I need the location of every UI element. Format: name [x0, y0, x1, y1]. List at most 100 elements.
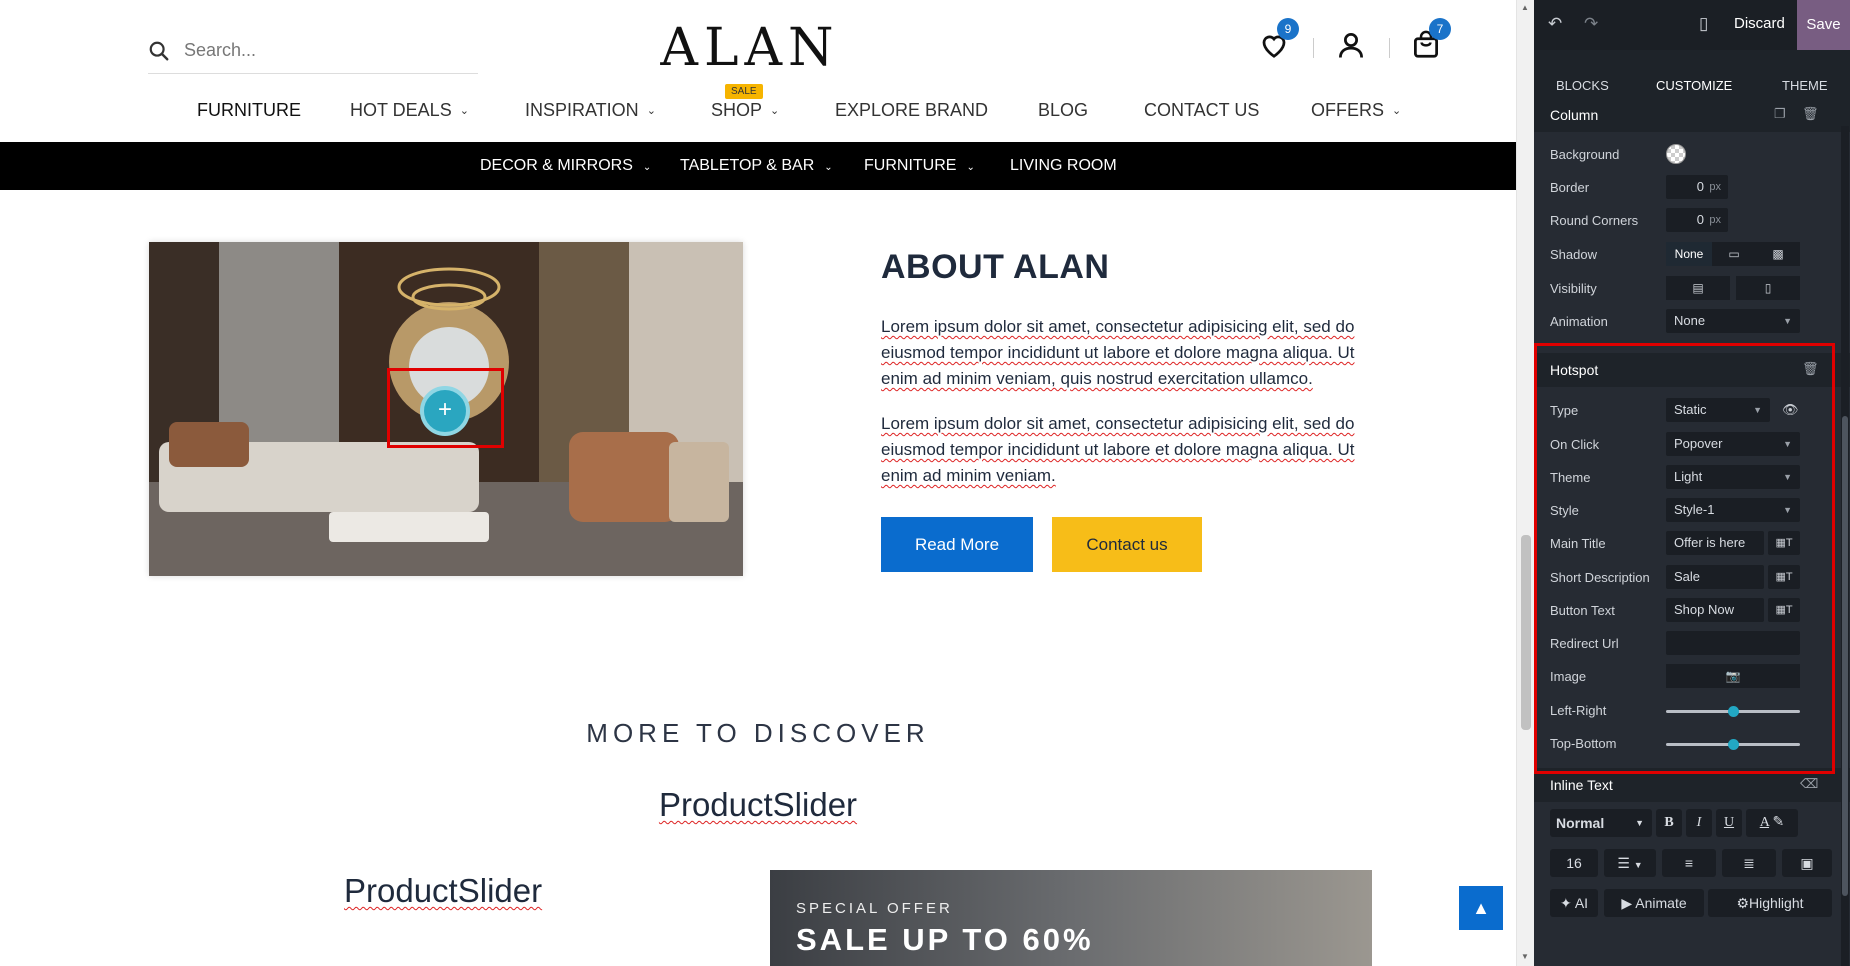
- undo-icon[interactable]: ↶: [1548, 14, 1562, 34]
- short-description-input[interactable]: Sale: [1666, 565, 1764, 589]
- type-select[interactable]: Static ▼: [1666, 398, 1770, 422]
- chevron-down-icon: ⌄: [966, 162, 975, 173]
- visibility-label: Visibility: [1550, 281, 1597, 296]
- eye-icon[interactable]: 👁: [1782, 402, 1799, 418]
- insert-media-button[interactable]: ▣: [1782, 849, 1832, 877]
- read-more-button[interactable]: Read More: [881, 517, 1033, 572]
- round-corners-input[interactable]: 0 px: [1666, 208, 1728, 232]
- discover-heading: MORE TO DISCOVER: [586, 718, 930, 748]
- nav-item-hot-deals[interactable]: HOT DEALS ⌄: [350, 100, 469, 121]
- camera-icon[interactable]: 📷: [1666, 664, 1800, 688]
- category-decor-mirrors[interactable]: DECOR & MIRRORS ⌄: [480, 157, 651, 175]
- text-color-button[interactable]: A ✎: [1746, 809, 1798, 837]
- search-input[interactable]: Search...: [184, 40, 256, 61]
- clone-icon[interactable]: ❐: [1774, 106, 1786, 122]
- discard-button[interactable]: Discard: [1734, 15, 1785, 32]
- category-living-room[interactable]: LIVING ROOM: [1010, 157, 1117, 175]
- trash-icon[interactable]: 🗑: [1802, 361, 1819, 377]
- italic-button[interactable]: I: [1686, 809, 1712, 837]
- bold-button[interactable]: B: [1656, 809, 1682, 837]
- panel-scrollbar-thumb[interactable]: [1842, 416, 1848, 896]
- column-section-title: Column: [1550, 107, 1599, 123]
- font-size-input[interactable]: 16: [1550, 849, 1598, 877]
- background-label: Background: [1550, 147, 1620, 162]
- numbered-list-button[interactable]: ≣: [1722, 849, 1776, 877]
- scroll-down-arrow-icon[interactable]: ▼: [1521, 952, 1529, 961]
- plus-icon: +: [437, 396, 452, 423]
- left-right-slider[interactable]: [1666, 706, 1800, 717]
- round-corners-label: Round Corners: [1550, 213, 1639, 228]
- category-navigation: DECOR & MIRRORS ⌄ TABLETOP & BAR ⌄ FURNITU…: [0, 142, 1516, 190]
- category-furniture[interactable]: FURNITURE ⌄: [864, 157, 975, 175]
- align-select[interactable]: ☰ ▼: [1604, 849, 1656, 877]
- category-tabletop-bar[interactable]: TABLETOP & BAR ⌄: [680, 157, 833, 175]
- page-scrollbar[interactable]: ▲ ▼: [1516, 0, 1534, 966]
- trash-icon[interactable]: 🗑: [1802, 106, 1819, 122]
- mobile-preview-icon[interactable]: ▯: [1699, 14, 1708, 34]
- chevron-down-icon: ⌄: [646, 105, 656, 117]
- nav-label: EXPLORE BRAND: [835, 100, 989, 120]
- bullet-list-button[interactable]: ≡: [1662, 849, 1716, 877]
- round-corners-value: 0: [1696, 212, 1704, 227]
- nav-item-explore-brand[interactable]: EXPLORE BRAND: [835, 100, 988, 121]
- editor-tabs: BLOCKS CUSTOMIZE THEME: [1534, 50, 1850, 105]
- border-width-input[interactable]: 0 px: [1666, 175, 1728, 199]
- style-select[interactable]: Style-1 ▼: [1666, 498, 1800, 522]
- save-button[interactable]: Save: [1797, 0, 1850, 50]
- shadow-inset-icon[interactable]: ▩: [1756, 242, 1800, 266]
- panel-scrollbar[interactable]: [1841, 126, 1849, 966]
- scroll-to-top-button[interactable]: ▲: [1459, 886, 1503, 930]
- hide-mobile-icon[interactable]: ▯: [1736, 276, 1800, 300]
- tab-blocks[interactable]: BLOCKS: [1556, 78, 1609, 93]
- slider-handle[interactable]: [1727, 706, 1739, 717]
- text-format-icon[interactable]: ▦T: [1768, 565, 1800, 589]
- slider-handle[interactable]: [1727, 739, 1739, 750]
- redo-icon[interactable]: ↷: [1584, 14, 1598, 34]
- bullet-list-icon: ≡: [1684, 855, 1694, 871]
- top-bottom-slider[interactable]: [1666, 739, 1800, 750]
- text-format-icon[interactable]: ▦T: [1768, 531, 1800, 555]
- underline-button[interactable]: U: [1716, 809, 1742, 837]
- product-slider-subheading: ProductSlider: [344, 872, 542, 910]
- scrollbar-thumb[interactable]: [1521, 535, 1531, 730]
- hotspot-marker[interactable]: +: [420, 386, 470, 436]
- eraser-icon[interactable]: ⌫: [1800, 776, 1818, 792]
- contact-us-button[interactable]: Contact us: [1052, 517, 1202, 572]
- search-bar[interactable]: Search...: [148, 28, 478, 74]
- nav-item-shop[interactable]: SHOP ⌄: [711, 100, 779, 121]
- shadow-none-option[interactable]: None: [1666, 242, 1712, 266]
- nav-item-offers[interactable]: OFFERS ⌄: [1311, 100, 1401, 121]
- align-left-icon: ☰: [1617, 855, 1630, 871]
- product-slider-label: ProductSlider: [344, 872, 543, 909]
- nav-item-contact-us[interactable]: CONTACT US: [1144, 100, 1259, 121]
- tab-theme[interactable]: THEME: [1782, 78, 1828, 93]
- special-offer-banner[interactable]: SPECIAL OFFER SALE UP TO 60%: [770, 870, 1372, 966]
- main-title-row: Main Title Offer is here ▦T: [1534, 529, 1850, 559]
- chevron-up-icon: ▲: [1472, 898, 1490, 918]
- animation-select[interactable]: None ▼: [1666, 309, 1800, 333]
- ai-button[interactable]: ✦ AI: [1550, 889, 1598, 917]
- highlight-button[interactable]: ⚙Highlight: [1708, 889, 1832, 917]
- hide-desktop-icon[interactable]: ▤: [1666, 276, 1730, 300]
- background-color-picker[interactable]: [1666, 144, 1686, 164]
- cart-button[interactable]: 7: [1411, 18, 1451, 60]
- hotspot-section-title: Hotspot: [1550, 362, 1599, 378]
- animate-button[interactable]: ▶ Animate: [1604, 889, 1704, 917]
- button-text-input[interactable]: Shop Now: [1666, 598, 1764, 622]
- paragraph-format-select[interactable]: Normal ▼: [1550, 809, 1652, 837]
- nav-item-blog[interactable]: BLOG: [1038, 100, 1088, 121]
- tab-customize[interactable]: CUSTOMIZE: [1656, 78, 1732, 93]
- nav-item-inspiration[interactable]: INSPIRATION ⌄: [525, 100, 656, 121]
- redirect-url-row: Redirect Url: [1534, 629, 1850, 659]
- theme-select[interactable]: Light ▼: [1666, 465, 1800, 489]
- shadow-outset-icon[interactable]: ▭: [1712, 242, 1756, 266]
- redirect-url-input[interactable]: [1666, 631, 1800, 655]
- site-logo[interactable]: ALAN: [660, 18, 840, 78]
- wishlist-button[interactable]: 9: [1259, 18, 1299, 60]
- scroll-up-arrow-icon[interactable]: ▲: [1521, 3, 1529, 12]
- nav-item-furniture[interactable]: FURNITURE: [197, 100, 301, 121]
- main-title-input[interactable]: Offer is here: [1666, 531, 1764, 555]
- onclick-select[interactable]: Popover ▼: [1666, 432, 1800, 456]
- account-button[interactable]: [1336, 30, 1366, 60]
- text-format-icon[interactable]: ▦T: [1768, 598, 1800, 622]
